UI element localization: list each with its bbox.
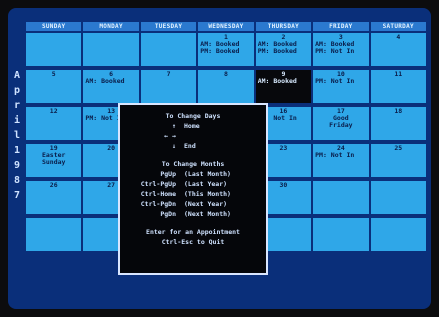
monitor-screen: April 1 9 8 7 SUNDAY MONDAY TUESDAY WEDNESDAY TH…: [8, 8, 431, 309]
help-key: ↓: [172, 142, 176, 150]
months-help-keys: PgUp (Last Month) Ctrl-PgUp (Last Year) Ctrl…: [126, 169, 260, 219]
appointment-text: PM: Booked: [200, 47, 240, 55]
day-cell[interactable]: [370, 181, 426, 214]
help-popup: To Change Days ↑ Home ← → ↓ End To Change Mo…: [118, 103, 268, 275]
appointment-text: PM: Booked: [257, 47, 297, 55]
day-cell[interactable]: 9 AM: Booked: [255, 70, 312, 103]
day-cell[interactable]: [83, 33, 139, 66]
weekday-wednesday: WEDNESDAY: [198, 22, 254, 31]
day-number: 26: [49, 181, 58, 189]
day-cell[interactable]: 4: [370, 33, 426, 66]
help-action: Home: [184, 122, 200, 130]
help-action: (Next Month): [184, 210, 231, 218]
day-cell[interactable]: [140, 33, 197, 66]
day-cell[interactable]: 1 AM: Booked PM: Booked: [198, 33, 254, 66]
quit-hint: Ctrl-Esc to Quit: [161, 238, 225, 246]
day-cell[interactable]: 3 AM: Booked PM: Not In: [313, 33, 369, 66]
month-year-char: l: [13, 130, 21, 141]
day-cell[interactable]: 11: [370, 70, 426, 103]
day-cell[interactable]: 19 Easter Sunday: [26, 144, 82, 177]
day-number: 25: [394, 144, 403, 152]
appointment-text: PM: Not In: [315, 47, 355, 55]
appointment-text: AM: Booked: [257, 77, 297, 85]
appointment-text: Sunday: [41, 158, 66, 166]
help-key: ← →: [164, 132, 176, 140]
month-year-char: 7: [13, 190, 21, 201]
help-key: Ctrl-PgUp: [140, 180, 176, 188]
help-key: ↑: [172, 122, 176, 130]
help-key-row: ← →: [126, 131, 260, 141]
day-cell[interactable]: 12: [26, 107, 82, 140]
weekday-header: SUNDAY MONDAY TUESDAY WEDNESDAY THURSDAY FRID…: [26, 22, 426, 31]
day-cell[interactable]: 6 AM: Booked: [83, 70, 139, 103]
help-action: (Last Year): [184, 180, 228, 188]
help-key: PgDn: [160, 210, 176, 218]
months-help-title: To Change Months: [161, 160, 225, 168]
day-cell[interactable]: 18: [370, 107, 426, 140]
day-number: 18: [394, 107, 403, 115]
day-cell[interactable]: [26, 218, 82, 251]
help-action: [184, 131, 260, 141]
help-key-row: ↓ End: [126, 141, 260, 151]
help-key: Ctrl-Home: [140, 190, 176, 198]
day-cell[interactable]: 17 Good Friday: [313, 107, 369, 140]
weekday-thursday: THURSDAY: [255, 22, 312, 31]
month-year-char: p: [13, 85, 21, 96]
help-action: (Next Year): [184, 200, 228, 208]
day-cell[interactable]: 2 AM: Booked PM: Booked: [255, 33, 312, 66]
day-number: 11: [394, 70, 403, 78]
help-key-row: PgUp (Last Month): [126, 169, 260, 179]
weekday-sunday: SUNDAY: [26, 22, 82, 31]
day-number: 8: [224, 70, 228, 78]
help-action: (Last Month): [184, 170, 231, 178]
weekday-friday: FRIDAY: [313, 22, 369, 31]
appointment-text: Friday: [329, 121, 353, 129]
day-number: 4: [396, 33, 401, 41]
day-cell[interactable]: 7: [140, 70, 197, 103]
week-row: 5 6 AM: Booked 7 8 9 AM: Booked 10 PM: Not In 11: [26, 70, 426, 103]
help-action: End: [184, 142, 196, 150]
day-cell[interactable]: 10 PM: Not In: [313, 70, 369, 103]
help-key: Ctrl-PgDn: [140, 200, 176, 208]
month-year-char: A: [13, 70, 21, 81]
day-cell[interactable]: 5: [26, 70, 82, 103]
month-year-char: 9: [13, 160, 21, 171]
help-key-row: Ctrl-PgUp (Last Year): [126, 179, 260, 189]
month-year-label: April 1 9 8 7: [10, 68, 24, 203]
day-cell[interactable]: [26, 33, 82, 66]
month-year-char: 1: [13, 145, 21, 156]
day-cell[interactable]: [370, 218, 426, 251]
day-number: 5: [51, 70, 56, 78]
weekday-saturday: SATURDAY: [370, 22, 426, 31]
day-cell[interactable]: [313, 218, 369, 251]
weekday-tuesday: TUESDAY: [140, 22, 197, 31]
days-help-keys: ↑ Home ← → ↓ End: [126, 121, 260, 151]
help-key-row: Ctrl-Home (This Month): [126, 189, 260, 199]
days-help-title: To Change Days: [165, 112, 221, 120]
help-key-row: Ctrl-PgDn (Next Year): [126, 199, 260, 209]
help-key-row: ↑ Home: [126, 121, 260, 131]
day-number: 12: [49, 107, 58, 115]
day-cell[interactable]: 8: [198, 70, 254, 103]
month-year-char: r: [13, 100, 21, 111]
appointment-hint: Enter for an Appointment: [146, 228, 240, 236]
help-action: (This Month): [184, 190, 231, 198]
weekday-monday: MONDAY: [83, 22, 139, 31]
day-cell[interactable]: 26: [26, 181, 82, 214]
appointment-text: AM: Booked: [85, 77, 125, 85]
day-cell[interactable]: 24 PM: Not In: [313, 144, 369, 177]
appointment-text: PM: Not In: [315, 151, 355, 159]
appointment-text: PM: Not In: [315, 77, 355, 85]
help-key-row: PgDn (Next Month): [126, 209, 260, 219]
week-row: 1 AM: Booked PM: Booked 2 AM: Booked PM: Book…: [26, 33, 426, 66]
month-year-char: 8: [13, 175, 21, 186]
month-year-char: i: [13, 115, 21, 126]
day-cell[interactable]: [313, 181, 369, 214]
day-number: 7: [166, 70, 171, 78]
help-key: PgUp: [160, 170, 176, 178]
day-cell[interactable]: 25: [370, 144, 426, 177]
